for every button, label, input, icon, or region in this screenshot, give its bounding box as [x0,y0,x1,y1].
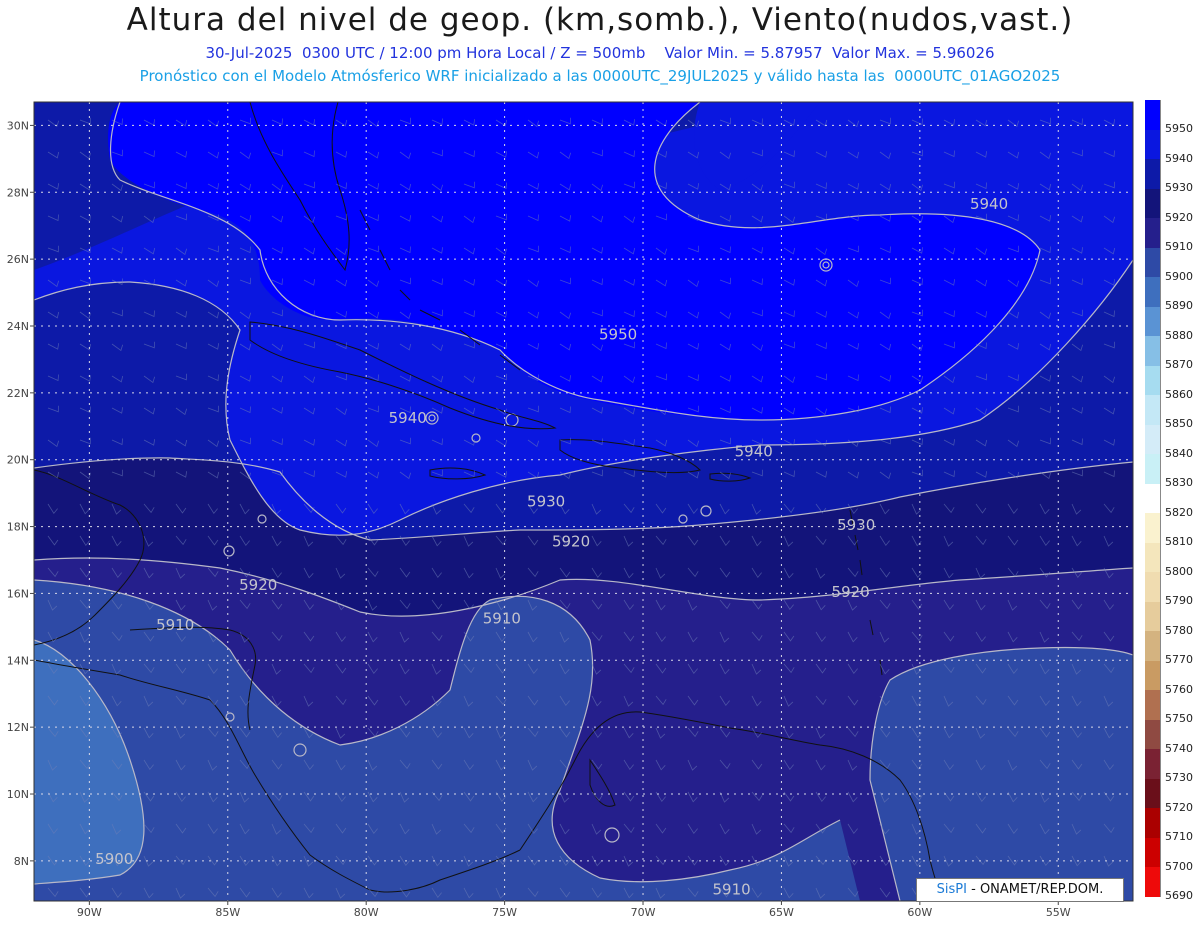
colorbar-swatch [1145,218,1161,248]
lon-tick-label: 80W [354,906,379,919]
colorbar-level: 5900 [1145,247,1197,283]
contour-label-c5930b: 5930 [837,516,875,534]
colorbar-level: 5870 [1145,336,1197,371]
colorbar-level: 5880 [1145,306,1197,342]
colorbar-level: 5760 [1145,660,1197,696]
lon-tick-label: 65W [769,906,794,919]
colorbar-swatch [1145,247,1161,277]
colorbar-swatch [1145,336,1161,366]
colorbar-level: 5800 [1145,542,1197,578]
colorbar-swatch [1145,542,1161,572]
colorbar-swatch [1145,100,1161,130]
colorbar-level: 5920 [1145,188,1197,224]
contour-label-c5940c: 5940 [735,442,773,460]
colorbar-level: 5890 [1145,277,1197,312]
colorbar-level: 5790 [1145,572,1197,607]
map-subtitle: 30-Jul-2025 0300 UTC / 12:00 pm Hora Loc… [205,44,995,62]
contour-label-c5920b: 5920 [832,583,870,601]
colorbar-level: 5740 [1145,719,1197,755]
colorbar-swatch [1145,483,1161,513]
lon-tick-label: 70W [631,906,656,919]
lat-tick-label: 20N [7,454,29,467]
lon-tick-label: 85W [215,906,240,919]
colorbar-swatch [1145,159,1161,189]
colorbar-level: 5860 [1145,365,1197,401]
lon-tick-label: 55W [1046,906,1071,919]
colorbar-swatch [1145,395,1161,425]
colorbar-swatch [1145,867,1161,897]
shading-layer [34,102,1133,901]
lat-tick-label: 28N [7,186,29,199]
lat-tick-label: 26N [7,253,29,266]
lat-tick-label: 22N [7,387,29,400]
geopotential-map: 5950 5940 5940 5940 5930 5930 5920 5920 5920 5910… [7,101,1134,919]
lon-tick-label: 90W [77,906,102,919]
lat-tick-label: 10N [7,788,29,801]
contour-label-c5910a: 5910 [483,610,521,628]
contour-label-c5920a: 5920 [552,533,590,551]
colorbar-level: 5690 [1145,867,1197,902]
lat-tick-label: 8N [14,855,29,868]
lat-tick-label: 16N [7,587,29,600]
colorbar-swatch [1145,365,1161,395]
zone-5900-east [870,647,1133,901]
colorbar-swatch [1145,778,1161,808]
colorbar-level: 5820 [1145,483,1197,519]
colorbar-level: 5700 [1145,837,1197,873]
sispi-logo-text: SisPI [936,882,967,897]
colorbar-level: 5930 [1145,159,1197,194]
lat-tick-label: 30N [7,119,29,132]
colorbar-swatch [1145,188,1161,218]
contour-label-c5940b: 5940 [389,409,427,427]
colorbar-level: 5770 [1145,631,1197,666]
contour-label-c5900: 5900 [95,850,133,868]
colorbar-level: 5850 [1145,395,1197,430]
colorbar-level: 5720 [1145,778,1197,814]
colorbar-swatch [1145,660,1161,690]
colorbar-swatch [1145,631,1161,661]
contour-label-c5920c: 5920 [239,576,277,594]
colorbar-label: 5690 [1165,889,1193,902]
colorbar-swatch [1145,306,1161,336]
lon-tick-label: 75W [492,906,517,919]
colorbar-swatch [1145,808,1161,838]
colorbar-swatch [1145,719,1161,749]
colorbar-level: 5840 [1145,424,1197,460]
colorbar-swatch [1145,690,1161,720]
colorbar-swatch [1145,601,1161,631]
colorbar-level: 5950 [1145,100,1197,135]
colorbar-swatch [1145,837,1161,867]
contour-label-c5910c: 5910 [713,880,751,898]
colorbar-swatch [1145,454,1161,484]
colorbar-swatch [1145,277,1161,307]
contour-label-c5930a: 5930 [527,493,565,511]
colorbar-swatch [1145,424,1161,454]
colorbar-swatch [1145,572,1161,602]
colorbar-level: 5940 [1145,129,1197,165]
colorbar-level: 5710 [1145,808,1197,843]
lon-tick-label: 60W [907,906,932,919]
colorbar-level: 5750 [1145,690,1197,725]
colorbar-level: 5780 [1145,601,1197,637]
colorbar-swatch [1145,129,1161,159]
colorbar-level: 5810 [1145,513,1197,548]
contour-label-c5910b: 5910 [156,616,194,634]
colorbar-level: 5910 [1145,218,1197,253]
contour-label-c5940a: 5940 [970,195,1008,213]
contour-label-c5950: 5950 [599,325,637,343]
credit-box: SisPI - ONAMET/REP.DOM. [916,878,1124,902]
colorbar-swatch [1145,513,1161,543]
model-info: Pronóstico con el Modelo Atmósferico WRF… [139,67,1061,85]
map-title: Altura del nivel de geop. (km,somb.), Vi… [126,2,1074,38]
lat-tick-label: 14N [7,654,29,667]
lat-tick-label: 24N [7,320,29,333]
credit-text: - ONAMET/REP.DOM. [966,882,1104,897]
colorbar-level: 5730 [1145,749,1197,784]
lat-tick-label: 12N [7,721,29,734]
colorbar-swatch [1145,749,1161,779]
lat-tick-label: 18N [7,521,29,534]
colorbar-level: 5830 [1145,454,1197,489]
